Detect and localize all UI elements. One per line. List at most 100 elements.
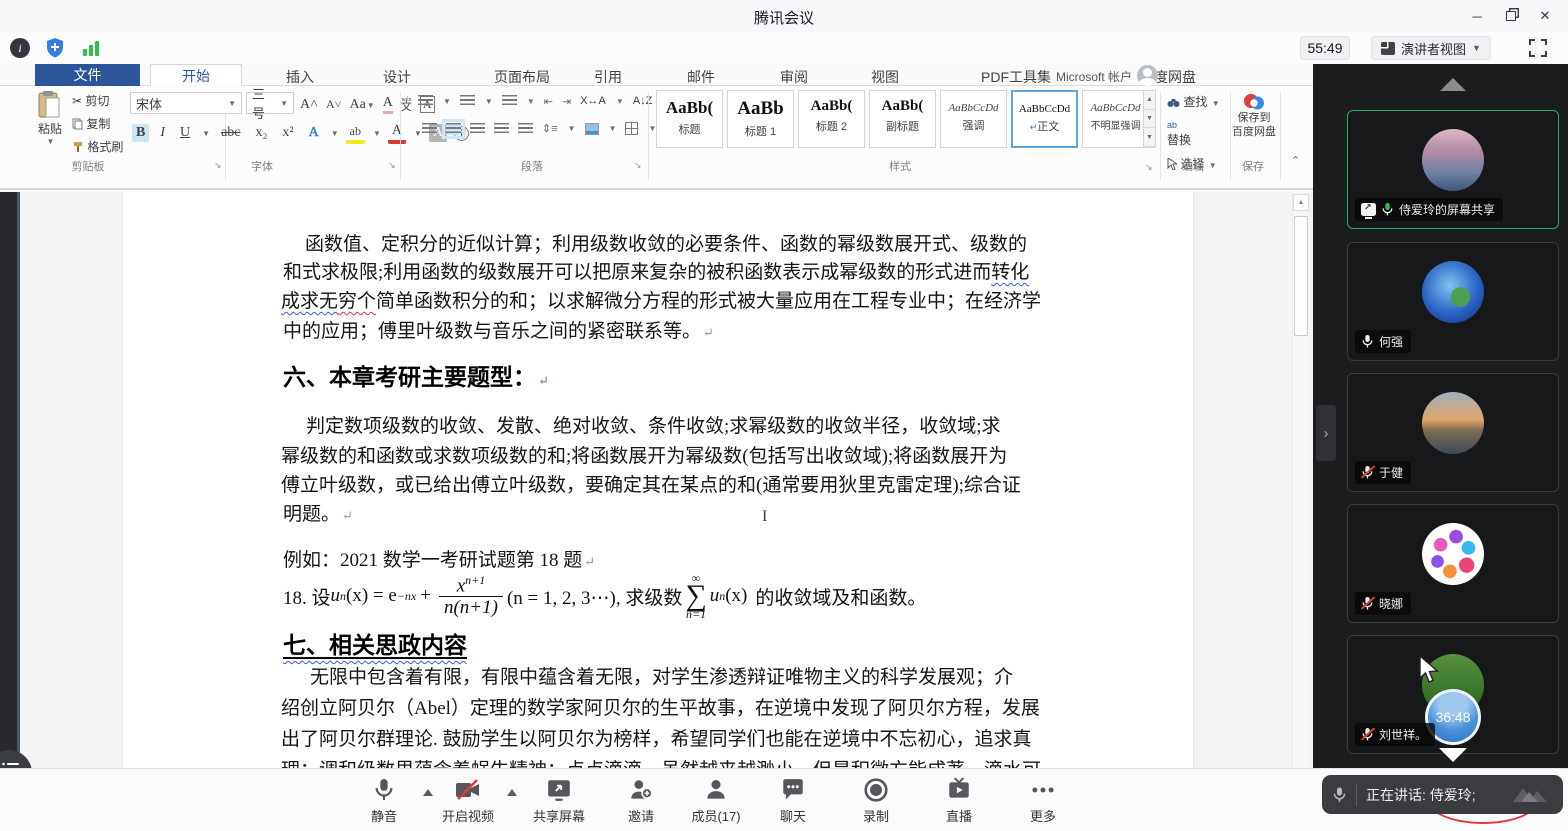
tab-mailings[interactable]: 邮件: [687, 67, 715, 87]
doc-line: 和式求极限;利用函数的级数展开可以把原来复杂的被积函数表示成幂级数的形式进而转化: [283, 262, 1030, 283]
style-subtle-emphasis[interactable]: AaBbCcDd 不明显强调: [1082, 90, 1149, 148]
superscript-button[interactable]: x²: [278, 124, 297, 142]
participant-name-chip: 刘世祥。: [1355, 723, 1436, 746]
font-size-select[interactable]: 三号 ▼: [246, 87, 294, 121]
collapse-ribbon-icon[interactable]: ⌃: [1291, 154, 1300, 167]
view-mode-button[interactable]: 演讲者视图 ▼: [1371, 36, 1491, 60]
close-button[interactable]: ✕: [1530, 4, 1560, 28]
paste-dropdown-icon[interactable]: ▼: [34, 137, 67, 146]
phonetic-guide-button[interactable]: wén 文: [401, 97, 412, 112]
paragraph-dialog-launcher[interactable]: ↘: [634, 160, 642, 171]
tab-home[interactable]: 开始: [150, 64, 242, 86]
doc-line: 傅立叶级数，或已给出傅立叶级数，要确定其在某点的和(通常要用狄里克雷定理);综合…: [281, 475, 1021, 496]
avatar: [1422, 392, 1484, 454]
paste-button[interactable]: 粘贴 ▼: [33, 90, 67, 146]
clipboard-dialog-launcher[interactable]: ↘: [214, 160, 222, 171]
format-painter-button[interactable]: 格式刷: [72, 138, 123, 155]
numbering-button[interactable]: [459, 95, 475, 107]
tab-view[interactable]: 视图: [871, 67, 899, 87]
cut-button[interactable]: ✂ 剪切: [72, 92, 123, 109]
tab-pdf-tools[interactable]: PDF工具集: [981, 67, 1051, 87]
participants-scroll-down-icon[interactable]: [1439, 748, 1467, 762]
replace-button[interactable]: ab 替换: [1167, 117, 1220, 148]
grow-font-button[interactable]: A˄: [300, 97, 318, 113]
speaker-view-icon: [1381, 41, 1395, 55]
style-emphasis[interactable]: AaBbCcDd 强调: [940, 90, 1007, 148]
participant-tile[interactable]: 何强: [1347, 242, 1559, 361]
participant-tile[interactable]: 36:48 刘世祥。: [1347, 635, 1559, 754]
participants-scroll-up-icon[interactable]: [1440, 78, 1466, 91]
align-right-button[interactable]: [470, 122, 485, 135]
style-heading[interactable]: AaBb( 标题: [656, 90, 723, 148]
doc-line: 成求无穷个简单函数积分的和；以求解微分方程的形式被大量应用在工程专业中；在经济学: [281, 291, 1042, 312]
sort-button[interactable]: A↓Z: [633, 95, 653, 107]
subscript-button[interactable]: x₂: [252, 124, 272, 142]
document-scrollbar[interactable]: ▲: [1292, 192, 1309, 768]
text-effects-button[interactable]: A: [305, 124, 323, 142]
scrollbar-thumb[interactable]: [1294, 216, 1308, 336]
copy-button[interactable]: 复制: [72, 115, 123, 132]
shrink-font-button[interactable]: A˅: [326, 97, 341, 112]
bold-button[interactable]: B: [132, 124, 150, 142]
account-label[interactable]: Microsoft 帐户: [1056, 68, 1132, 85]
font-color-button[interactable]: A: [387, 122, 407, 144]
style-subtitle[interactable]: AaBb( 副标题: [869, 90, 936, 148]
minimize-button[interactable]: ─: [1462, 4, 1492, 28]
tab-design[interactable]: 设计: [383, 67, 411, 87]
save-to-baidu-button[interactable]: 保存到 百度网盘: [1232, 92, 1276, 140]
borders-button[interactable]: [625, 122, 639, 135]
participant-tile[interactable]: 晓娜: [1347, 504, 1559, 623]
highlight-color-button[interactable]: ab: [345, 123, 365, 144]
font-name-select[interactable]: 宋体 ▼: [130, 92, 242, 114]
live-stream-button[interactable]: 直播: [911, 777, 1007, 825]
scissors-icon: ✂: [72, 94, 83, 108]
shading-button[interactable]: [584, 122, 599, 135]
font-dialog-launcher[interactable]: ↘: [388, 160, 396, 171]
meeting-security-shield-icon[interactable]: [45, 37, 65, 59]
mute-button[interactable]: 静音: [336, 777, 432, 825]
style-normal-selected[interactable]: AaBbCcDd ↵正文: [1011, 90, 1078, 148]
tab-references[interactable]: 引用: [594, 67, 622, 87]
align-center-button[interactable]: [442, 118, 465, 139]
account-avatar[interactable]: [1137, 65, 1158, 86]
style-heading2[interactable]: AaBb( 标题 2: [798, 90, 865, 148]
multilevel-list-button[interactable]: [501, 95, 517, 107]
meeting-info-icon[interactable]: i: [10, 38, 30, 58]
chat-button[interactable]: 聊天: [745, 777, 841, 825]
decrease-indent-button[interactable]: ⇤: [544, 95, 553, 108]
record-button[interactable]: 录制: [828, 777, 924, 825]
participant-tile-sharing[interactable]: 侍爱玲的屏幕共享: [1347, 110, 1559, 229]
tab-insert[interactable]: 插入: [286, 67, 314, 87]
tab-page-layout[interactable]: 页面布局: [494, 67, 550, 87]
bullets-button[interactable]: [418, 95, 433, 107]
start-video-button[interactable]: 开启视频: [420, 777, 516, 825]
doc-line: 绍创立阿贝尔（Abel）定理的数学家阿贝尔的生平故事，在逆境中发现了阿贝尔方程，…: [281, 698, 1040, 719]
find-button[interactable]: 查找 ▼: [1167, 93, 1220, 110]
italic-button[interactable]: I: [156, 124, 169, 142]
change-case-button[interactable]: Aa▼: [349, 97, 374, 113]
doc-line: 中的应用；傅里叶级数与音乐之间的紧密联系等。 ↵: [283, 321, 714, 342]
align-left-button[interactable]: [422, 122, 437, 135]
participant-tile[interactable]: 于健: [1347, 373, 1559, 492]
scroll-up-arrow[interactable]: ▲: [1293, 194, 1309, 211]
more-button[interactable]: 更多: [995, 777, 1091, 825]
underline-button[interactable]: U: [176, 124, 194, 142]
styles-gallery-scroll[interactable]: ▲ ▼ ▼: [1143, 90, 1156, 148]
style-heading1[interactable]: AaBb 标题 1: [727, 90, 794, 148]
strikethrough-button[interactable]: abc: [217, 124, 244, 142]
doc-line: 函数值、定积分的近似计算；利用级数收敛的必要条件、函数的幂级数展开式、级数的: [305, 234, 1028, 255]
navigation-pane-button[interactable]: [0, 750, 32, 768]
network-signal-icon[interactable]: [82, 40, 100, 56]
asian-layout-button[interactable]: X↔A: [580, 95, 606, 107]
distribute-button[interactable]: [518, 122, 533, 135]
justify-button[interactable]: [494, 122, 509, 135]
tab-file[interactable]: 文件: [35, 64, 140, 86]
restore-button[interactable]: [1496, 4, 1526, 28]
increase-indent-button[interactable]: ⇥: [562, 95, 571, 108]
styles-dialog-launcher[interactable]: ↘: [1145, 162, 1153, 173]
fullscreen-button[interactable]: [1528, 38, 1548, 58]
clear-formatting-button[interactable]: A: [382, 95, 393, 114]
tab-review[interactable]: 审阅: [780, 67, 808, 87]
line-spacing-button[interactable]: ⇕≡: [542, 122, 558, 135]
sidebar-collapse-button[interactable]: ›: [1316, 405, 1336, 461]
